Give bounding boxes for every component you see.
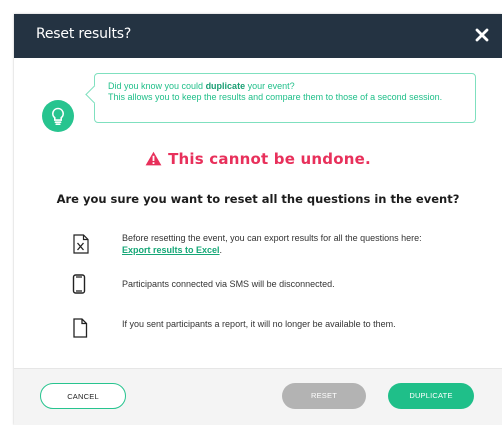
sms-disconnect-item: Participants connected via SMS will be d… <box>72 274 434 294</box>
export-results-suffix: . <box>219 245 223 255</box>
warning-icon <box>145 151 162 166</box>
page: Reset results? Did you know you could du… <box>0 0 502 425</box>
excel-file-icon <box>73 234 89 254</box>
sms-disconnect-text: Participants connected via SMS will be d… <box>122 279 335 289</box>
reset-button[interactable]: RESET <box>282 383 366 409</box>
export-results-text: Before resetting the event, you can expo… <box>122 233 422 243</box>
duplicate-tip: Did you know you could duplicate your ev… <box>94 73 476 123</box>
dialog-body: Did you know you could duplicate your ev… <box>14 58 502 368</box>
close-icon[interactable] <box>472 25 492 45</box>
report-unavailable-text: If you sent participants a report, it wi… <box>122 319 396 329</box>
tip-description: This allows you to keep the results and … <box>108 92 443 102</box>
duplicate-button[interactable]: DUPLICATE <box>388 383 474 409</box>
reset-results-dialog: Reset results? Did you know you could du… <box>14 14 502 425</box>
mobile-phone-icon <box>72 274 86 294</box>
warning-text: This cannot be undone. <box>168 150 371 168</box>
confirmation-question: Are you sure you want to reset all the q… <box>56 192 460 206</box>
dialog-title: Reset results? <box>36 26 132 42</box>
dialog-footer: CANCEL RESET DUPLICATE <box>14 368 502 425</box>
export-results-link[interactable]: Export results to Excel <box>122 245 220 255</box>
cancel-button[interactable]: CANCEL <box>40 383 126 409</box>
tip-text-prefix: Did you know you could <box>108 81 206 91</box>
report-unavailable-item: If you sent participants a report, it wi… <box>73 318 434 338</box>
lightbulb-icon <box>42 100 74 132</box>
tip-duplicate-keyword: duplicate <box>205 81 246 91</box>
document-icon <box>73 318 88 338</box>
export-results-item: Before resetting the event, you can expo… <box>73 232 434 256</box>
dialog-header: Reset results? <box>14 14 502 58</box>
warning-message: This cannot be undone. <box>14 150 502 168</box>
tip-text-suffix: your event? <box>245 81 295 91</box>
